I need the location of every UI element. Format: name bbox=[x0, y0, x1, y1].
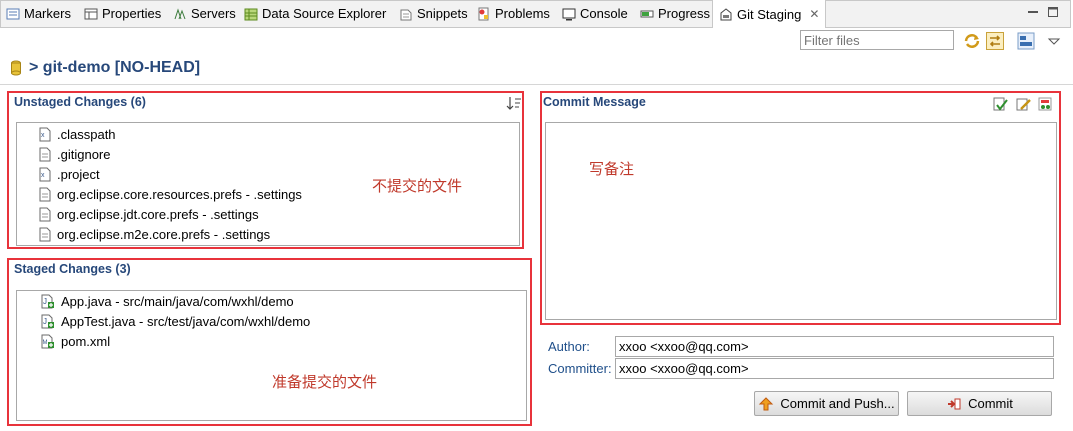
tab-git-staging[interactable]: Git Staging ✕ bbox=[712, 0, 827, 28]
refresh-icon[interactable] bbox=[963, 32, 981, 50]
snippets-icon bbox=[399, 7, 413, 21]
unstaged-annotation: 不提交的文件 bbox=[372, 178, 463, 195]
tab-properties[interactable]: Properties bbox=[84, 0, 161, 27]
tab-label: Markers bbox=[24, 6, 71, 21]
tab-label: Progress bbox=[658, 6, 711, 21]
repository-header: > git-demo [NO-HEAD] bbox=[10, 59, 200, 77]
tab-label: Servers bbox=[191, 6, 236, 21]
tab-label: Data Source Explorer bbox=[262, 6, 387, 21]
tab-label: Console bbox=[580, 6, 628, 21]
data-source-icon bbox=[244, 7, 258, 21]
push-icon bbox=[759, 396, 774, 410]
tab-servers[interactable]: Servers bbox=[173, 0, 236, 27]
problems-icon bbox=[477, 7, 491, 21]
tab-snippets[interactable]: Snippets bbox=[399, 0, 468, 27]
commit-highlight-box bbox=[540, 91, 1061, 325]
presentation-icon[interactable] bbox=[1017, 32, 1035, 50]
minimize-icon[interactable] bbox=[1027, 6, 1039, 18]
tab-label: Properties bbox=[102, 6, 162, 21]
maximize-icon[interactable] bbox=[1047, 6, 1059, 18]
tab-label: Snippets bbox=[417, 6, 468, 21]
committer-field[interactable]: xxoo <xxoo@qq.com> bbox=[615, 358, 1054, 379]
staged-highlight-box bbox=[7, 258, 532, 426]
commit-and-push-label: Commit and Push... bbox=[780, 396, 895, 411]
filter-files-input[interactable] bbox=[800, 30, 954, 50]
commit-icon bbox=[948, 398, 961, 409]
progress-icon bbox=[640, 7, 654, 21]
tab-progress[interactable]: Progress bbox=[640, 0, 710, 27]
commit-button[interactable]: Commit bbox=[907, 391, 1052, 416]
repository-title: > git-demo [NO-HEAD] bbox=[29, 59, 201, 76]
markers-icon bbox=[6, 7, 20, 21]
view-menu-icon[interactable] bbox=[1045, 32, 1063, 50]
tab-problems[interactable]: Problems bbox=[477, 0, 550, 27]
header-divider bbox=[0, 84, 1073, 85]
staged-annotation: 准备提交的文件 bbox=[272, 374, 378, 391]
tab-label: Problems bbox=[495, 6, 550, 21]
tab-markers[interactable]: Markers bbox=[6, 0, 71, 27]
console-icon bbox=[562, 7, 576, 21]
close-icon[interactable]: ✕ bbox=[809, 7, 819, 21]
unstaged-highlight-box bbox=[7, 91, 524, 249]
repository-icon bbox=[11, 60, 21, 76]
tab-label: Git Staging bbox=[737, 6, 802, 22]
commit-and-push-button[interactable]: Commit and Push... bbox=[754, 391, 899, 416]
link-selection-icon[interactable] bbox=[986, 32, 1004, 50]
properties-icon bbox=[84, 7, 98, 21]
commit-annotation: 写备注 bbox=[589, 161, 635, 178]
commit-label: Commit bbox=[968, 396, 1013, 411]
servers-icon bbox=[173, 7, 187, 21]
author-field[interactable]: xxoo <xxoo@qq.com> bbox=[615, 336, 1054, 357]
git-staging-icon bbox=[719, 7, 733, 21]
tab-data-source-explorer[interactable]: Data Source Explorer bbox=[244, 0, 386, 27]
author-label: Author: bbox=[548, 339, 590, 354]
tab-console[interactable]: Console bbox=[562, 0, 628, 27]
committer-label: Committer: bbox=[548, 361, 612, 376]
